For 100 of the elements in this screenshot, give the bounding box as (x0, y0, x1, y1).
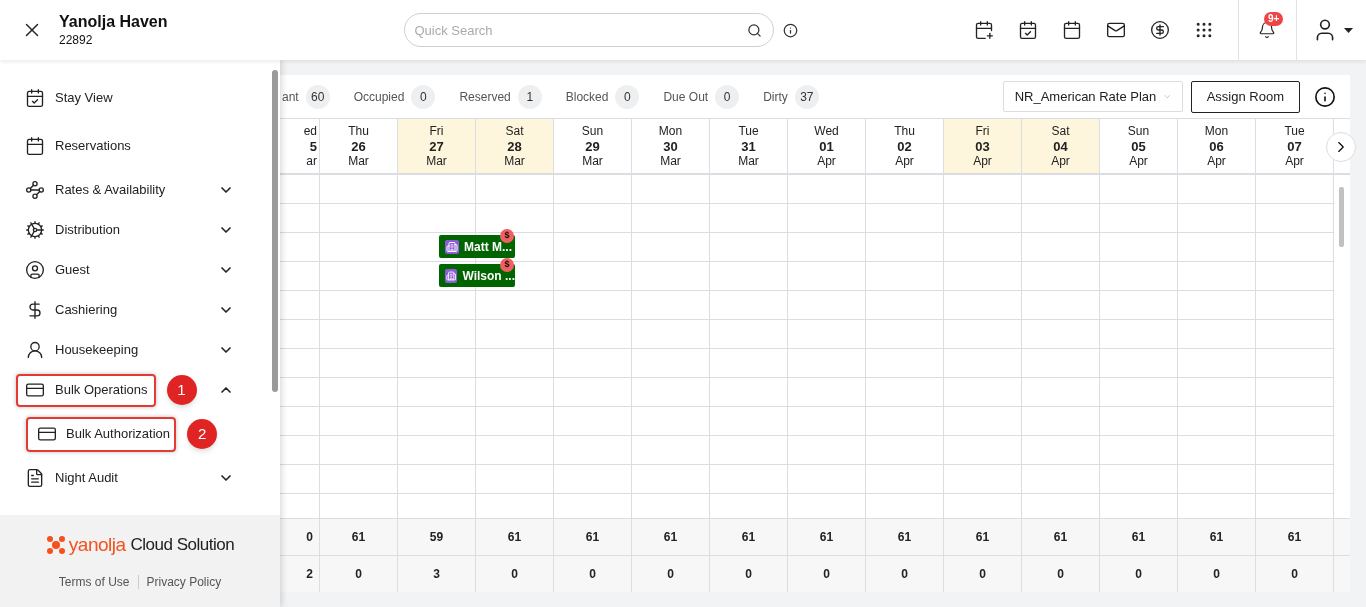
weekday: Tue (738, 123, 759, 139)
stat-label: Dirty (763, 88, 788, 106)
day-number: 04 (1053, 138, 1068, 154)
month: Mar (426, 153, 447, 169)
search-field[interactable]: Quick Search (403, 13, 774, 47)
day-number: 5 (309, 138, 317, 154)
total-cell: 0 (1022, 556, 1100, 592)
stat-label: ant (282, 88, 299, 106)
info-icon[interactable] (1314, 85, 1336, 108)
building-icon (445, 239, 459, 254)
stat-label: Due Out (663, 88, 709, 106)
document-icon (25, 468, 45, 488)
mail-icon[interactable] (1105, 20, 1126, 40)
weekday: Thu (894, 123, 915, 139)
day-number: 30 (663, 138, 678, 154)
footer-link[interactable]: Terms of Use (58, 573, 130, 592)
footer-link[interactable]: Privacy Policy (146, 573, 222, 592)
dollar-circle-icon[interactable] (1149, 20, 1170, 40)
month: Apr (895, 153, 914, 169)
search-icon[interactable] (746, 23, 762, 38)
day-number: 03 (975, 138, 990, 154)
month: Mar (348, 153, 369, 169)
month: Apr (1051, 153, 1070, 169)
logo-product: Cloud Solution (130, 534, 235, 557)
sidebar-item[interactable]: Reservations (16, 129, 139, 163)
sidebar-item[interactable]: Distribution (16, 213, 129, 247)
weekday: Sun (1127, 123, 1150, 139)
bell-icon[interactable] (1258, 21, 1276, 39)
weekday: Mon (658, 123, 683, 139)
month: Mar (504, 153, 525, 169)
total-cell: 0 (1178, 556, 1256, 592)
day-number: 26 (351, 138, 366, 154)
stat-count: 1 (517, 84, 542, 109)
sidebar-item[interactable]: Night Audit (16, 461, 126, 495)
total-cell: 0 (554, 556, 632, 592)
scrollbar[interactable] (1339, 187, 1344, 247)
property-id: 22892 (59, 32, 94, 48)
total-cell: 0 (710, 556, 788, 592)
sidebar-item[interactable]: Guest (16, 253, 98, 287)
calendar-icon (25, 136, 45, 156)
nodes-icon (25, 180, 45, 200)
rate-plan-select[interactable]: NR_American Rate Plan (1002, 81, 1183, 112)
stat-count: 0 (715, 84, 740, 109)
total-cell: 3 (398, 556, 476, 592)
stat-label: Occupied (353, 88, 405, 106)
sidebar-item[interactable]: Rates & Availability (16, 173, 174, 207)
sidebar-subitem[interactable]: Bulk Authorization (26, 416, 177, 452)
callout-number: 2 (187, 419, 218, 449)
stat-count: 0 (411, 84, 436, 109)
weekday: Wed (814, 123, 839, 139)
stat-count: 37 (794, 84, 819, 109)
month: Apr (1129, 153, 1148, 169)
info-icon[interactable] (782, 22, 798, 38)
user-menu[interactable] (1295, 0, 1353, 60)
sidebar-item[interactable]: Stay View (16, 81, 121, 115)
month: Apr (1285, 153, 1304, 169)
next-button[interactable] (1326, 132, 1356, 162)
day-number: 28 (507, 138, 522, 154)
total-cell: 0 (866, 556, 944, 592)
month: Mar (738, 153, 759, 169)
calendar-check-icon (25, 88, 45, 108)
stat-label: Reserved (459, 88, 511, 106)
property-name: Yanolja Haven (59, 12, 168, 32)
total-cell: 2 (280, 556, 320, 592)
weekday: Fri (975, 123, 990, 139)
weekday: Sat (505, 123, 524, 139)
sidebar-item[interactable]: Bulk Operations (16, 373, 156, 407)
payment-badge: $ (500, 229, 514, 243)
callout-number: 1 (166, 375, 197, 405)
day-number: 27 (429, 138, 444, 154)
total-cell: 0 (1256, 556, 1334, 592)
caret-icon (1343, 27, 1353, 33)
calendar-icon[interactable] (1061, 20, 1082, 40)
stat-count: 60 (305, 84, 330, 109)
user-circle-icon (25, 260, 45, 280)
day-number: 06 (1209, 138, 1224, 154)
weekday: Fri (429, 123, 444, 139)
building-icon (445, 268, 458, 283)
day-number: 29 (585, 138, 600, 154)
sidebar-item[interactable]: Housekeeping (16, 333, 147, 367)
calendar-check-icon[interactable] (1017, 20, 1038, 40)
day-number: 01 (819, 138, 834, 154)
notification-badge: 9+ (1264, 12, 1284, 26)
total-cell: 0 (632, 556, 710, 592)
day-number: 05 (1131, 138, 1146, 154)
total-cell: 0 (944, 556, 1022, 592)
weekday: Sun (581, 123, 604, 139)
person-icon (25, 340, 45, 360)
chevron-down-icon (1164, 93, 1171, 100)
payment-badge: $ (500, 258, 514, 272)
weekday: Mon (1204, 123, 1229, 139)
scrollbar[interactable] (272, 70, 278, 392)
sidebar-item[interactable]: Cashiering (16, 293, 126, 327)
weekday: Thu (348, 123, 369, 139)
month: Apr (1207, 153, 1226, 169)
month: Apr (973, 153, 992, 169)
total-cell: 0 (320, 556, 398, 592)
calendar-plus-icon[interactable] (973, 20, 994, 40)
month: Apr (817, 153, 836, 169)
assign-room-button[interactable]: Assign Room (1190, 80, 1300, 113)
